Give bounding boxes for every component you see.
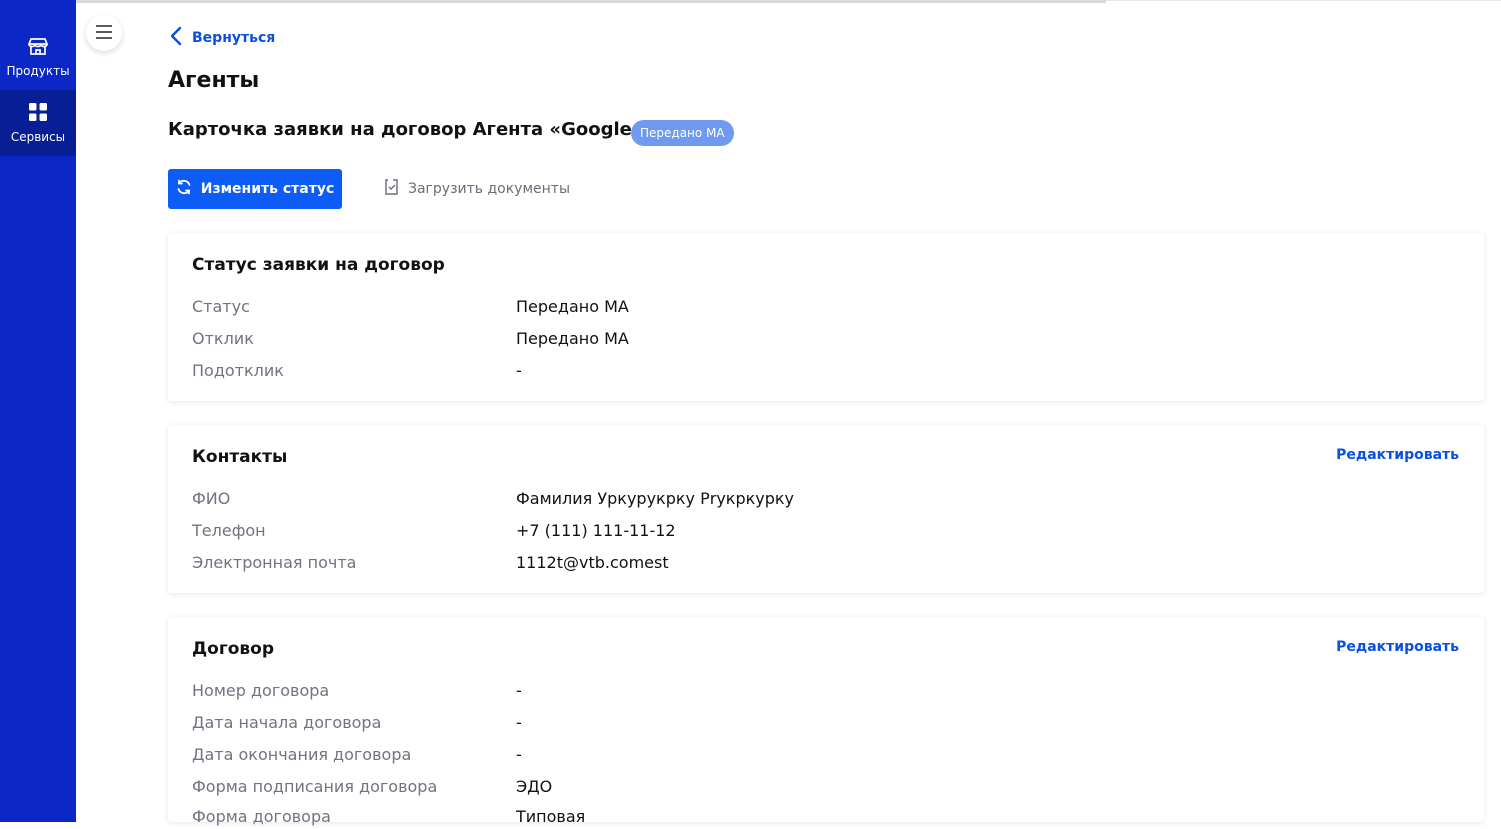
detail-label: Электронная почта [192, 553, 357, 572]
status-section-title: Статус заявки на договор [192, 255, 445, 275]
detail-label: Форма договора [192, 807, 331, 826]
change-status-label: Изменить статус [200, 181, 335, 197]
detail-value: - [516, 681, 522, 700]
hamburger-icon [95, 24, 113, 43]
contract-section: Договор Редактировать Номер договора - Д… [168, 617, 1484, 826]
detail-value: ЭДО [516, 777, 553, 796]
back-label: Вернуться [192, 30, 276, 46]
top-divider [76, 0, 1106, 3]
contacts-section-title: Контакты [192, 447, 288, 467]
sidebar-item-label: Сервисы [10, 129, 66, 144]
sidebar: Продукты Сервисы [0, 0, 76, 822]
grid-icon [29, 102, 47, 130]
contacts-section: Контакты Редактировать ФИО Фамилия Уркур… [168, 425, 1484, 593]
change-status-button[interactable]: Изменить статус [168, 169, 342, 209]
top-divider-right [1106, 0, 1501, 1]
status-badge: Передано МА [631, 120, 734, 146]
status-section: Статус заявки на договор Статус Передано… [168, 233, 1484, 401]
detail-label: Подотклик [192, 361, 284, 380]
detail-value: - [516, 745, 522, 764]
menu-toggle-button[interactable] [86, 15, 122, 51]
detail-label: Статус [192, 297, 250, 316]
contract-section-title: Договор [192, 639, 274, 659]
detail-label: Дата начала договора [192, 713, 382, 732]
card-title: Карточка заявки на договор Агента «Googl… [168, 119, 644, 140]
refresh-icon [176, 179, 201, 199]
detail-label: Номер договора [192, 681, 330, 700]
sidebar-item-products[interactable]: Продукты [0, 24, 76, 90]
page-title: Агенты [168, 68, 260, 93]
detail-value: Фамилия Уркурукрку Рrукркурку [516, 489, 795, 508]
detail-value: Типовая [516, 807, 586, 826]
detail-label: Дата окончания договора [192, 745, 412, 764]
detail-value: Передано МА [516, 297, 629, 316]
upload-documents-label: Загрузить документы [408, 181, 571, 197]
detail-value: Передано МА [516, 329, 629, 348]
sidebar-item-label: Продукты [6, 63, 70, 78]
detail-label: Форма подписания договора [192, 777, 438, 796]
detail-label: ФИО [192, 489, 231, 508]
detail-value: 1112t@vtb.comest [516, 553, 669, 572]
detail-value: - [516, 361, 522, 380]
detail-value: +7 (111) 111-11-12 [516, 521, 676, 540]
edit-contract-link[interactable]: Редактировать [1336, 639, 1459, 655]
detail-value: - [516, 713, 522, 732]
detail-label: Отклик [192, 329, 254, 348]
back-link[interactable]: Вернуться [170, 26, 275, 50]
upload-documents-button[interactable]: Загрузить документы [384, 175, 570, 203]
chevron-left-icon [170, 26, 192, 50]
detail-label: Телефон [192, 521, 266, 540]
sidebar-item-services[interactable]: Сервисы [0, 90, 76, 156]
upload-document-icon [384, 179, 408, 199]
edit-contacts-link[interactable]: Редактировать [1336, 447, 1459, 463]
store-icon [27, 37, 49, 64]
